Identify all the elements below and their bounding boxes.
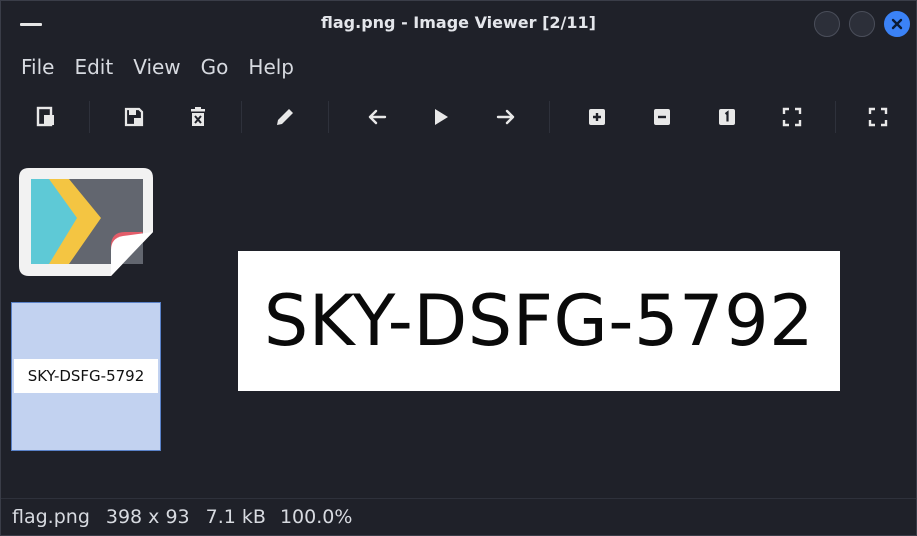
fullscreen-button[interactable] [864,103,892,131]
toolbar-separator [835,101,836,133]
menu-view[interactable]: View [123,51,190,83]
save-icon [124,107,144,127]
arrow-right-icon [496,109,515,125]
toolbar-separator [89,101,90,133]
status-bar: flag.png 398 x 93 7.1 kB 100.0% [1,498,916,535]
toolbar [1,97,916,137]
image-viewer-window: flag.png - Image Viewer [2/11] File Edit… [0,0,917,536]
edit-icon [277,109,293,125]
fullscreen-icon [868,107,888,127]
play-icon [435,109,448,125]
displayed-image: SKY-DSFG-5792 [238,251,840,391]
thumbnail-flag-preview: SKY-DSFG-5792 [14,359,158,393]
menu-edit[interactable]: Edit [64,51,123,83]
slideshow-button[interactable] [427,103,455,131]
menu-file[interactable]: File [11,51,64,83]
zoom-original-icon [719,109,735,125]
menu-go[interactable]: Go [191,51,239,83]
open-image-button[interactable] [32,103,60,131]
zoom-in-icon [589,109,605,125]
status-dimensions: 398 x 93 [105,506,190,528]
toolbar-separator [549,101,550,133]
zoom-fit-icon [782,107,802,127]
status-zoom: 100.0% [279,506,353,528]
save-button[interactable] [120,103,148,131]
open-image-icon [36,106,54,127]
maximize-button[interactable] [849,11,875,37]
next-button[interactable] [492,103,520,131]
menu-help[interactable]: Help [238,51,304,83]
menu-bar: File Edit View Go Help [1,51,916,83]
close-button[interactable] [884,11,910,37]
window-title: flag.png - Image Viewer [2/11] [321,13,596,32]
thumbnail-pane: SKY-DSFG-5792 [1,151,176,496]
toolbar-separator [328,101,329,133]
previous-button[interactable] [363,103,391,131]
zoom-original-button[interactable] [713,103,741,131]
zoom-out-button[interactable] [648,103,676,131]
toolbar-separator [241,101,242,133]
minimize-button[interactable] [814,11,840,37]
delete-button[interactable] [184,103,212,131]
zoom-out-icon [654,109,670,125]
thumbnail-image-2-selected[interactable]: SKY-DSFG-5792 [11,302,161,451]
status-file-size: 7.1 kB [205,506,266,528]
image-text: SKY-DSFG-5792 [263,280,815,362]
close-icon [891,18,903,30]
zoom-in-button[interactable] [583,103,611,131]
arrow-left-icon [368,109,387,125]
image-canvas[interactable]: SKY-DSFG-5792 [176,151,916,496]
thumbnail-image-1[interactable] [19,168,153,276]
delete-icon [191,107,205,126]
image-viewer-app-icon [19,168,153,276]
zoom-fit-button[interactable] [778,103,806,131]
title-bar: flag.png - Image Viewer [2/11] [1,1,916,47]
edit-button[interactable] [271,103,299,131]
status-filename: flag.png [12,506,90,528]
